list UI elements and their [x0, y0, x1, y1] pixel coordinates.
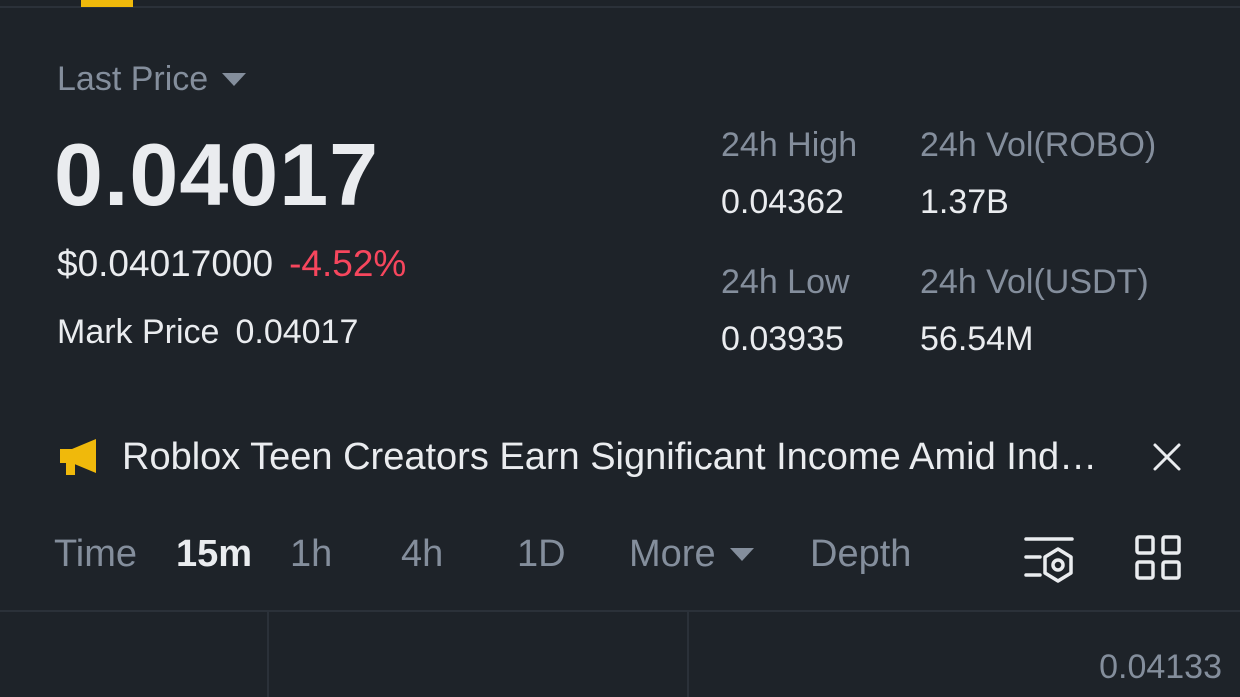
tab-more-label: More [629, 533, 716, 575]
mark-price-value: 0.04017 [235, 313, 359, 351]
tab-more[interactable]: More [629, 533, 754, 576]
stat-value: 0.04362 [721, 183, 844, 221]
stat-label: 24h High [721, 126, 858, 164]
price-change-percent: -4.52% [289, 243, 407, 284]
chart-grid-line [267, 612, 269, 697]
news-banner: Roblox Teen Creators Earn Significant In… [58, 432, 1182, 482]
news-headline[interactable]: Roblox Teen Creators Earn Significant In… [122, 436, 1116, 479]
tab-1d[interactable]: 1D [517, 533, 566, 576]
usd-price: $0.04017000 [57, 243, 274, 284]
tab-depth[interactable]: Depth [810, 533, 911, 576]
stat-24h-vol-quote: 24h Vol(USDT) 56.54M [920, 263, 1149, 359]
chart-grid-line [687, 612, 689, 697]
chart-settings-icon[interactable] [1024, 535, 1076, 583]
usd-price-row: $0.04017000 -4.52% [57, 243, 406, 285]
price-type-selector[interactable]: Last Price [57, 60, 247, 99]
tab-time[interactable]: Time [54, 533, 137, 576]
stat-label: 24h Vol(ROBO) [920, 126, 1157, 164]
stat-24h-high: 24h High 0.04362 [721, 126, 857, 222]
stat-24h-low: 24h Low 0.03935 [721, 263, 850, 359]
close-icon[interactable] [1152, 442, 1182, 472]
mark-price-label: Mark Price [57, 313, 220, 351]
stat-value: 0.03935 [721, 320, 844, 358]
active-tab-indicator [81, 0, 133, 7]
chart-top-divider [0, 610, 1240, 612]
caret-down-icon [729, 548, 754, 561]
last-price: 0.04017 [54, 125, 380, 224]
megaphone-icon [60, 439, 96, 475]
top-divider [0, 6, 1240, 8]
tab-4h[interactable]: 4h [401, 533, 443, 576]
stat-24h-vol-base: 24h Vol(ROBO) 1.37B [920, 126, 1156, 222]
caret-down-icon [222, 73, 247, 86]
tab-1h[interactable]: 1h [290, 533, 332, 576]
price-axis-label: 0.04133 [1099, 648, 1222, 686]
mark-price-row: Mark Price 0.04017 [57, 313, 358, 352]
stat-value: 56.54M [920, 320, 1034, 358]
price-type-label: Last Price [57, 60, 209, 98]
tab-15m[interactable]: 15m [176, 533, 252, 576]
grid-layout-icon[interactable] [1135, 535, 1183, 581]
stat-value: 1.37B [920, 183, 1009, 221]
stat-label: 24h Vol(USDT) [920, 263, 1149, 301]
stat-label: 24h Low [721, 263, 850, 301]
